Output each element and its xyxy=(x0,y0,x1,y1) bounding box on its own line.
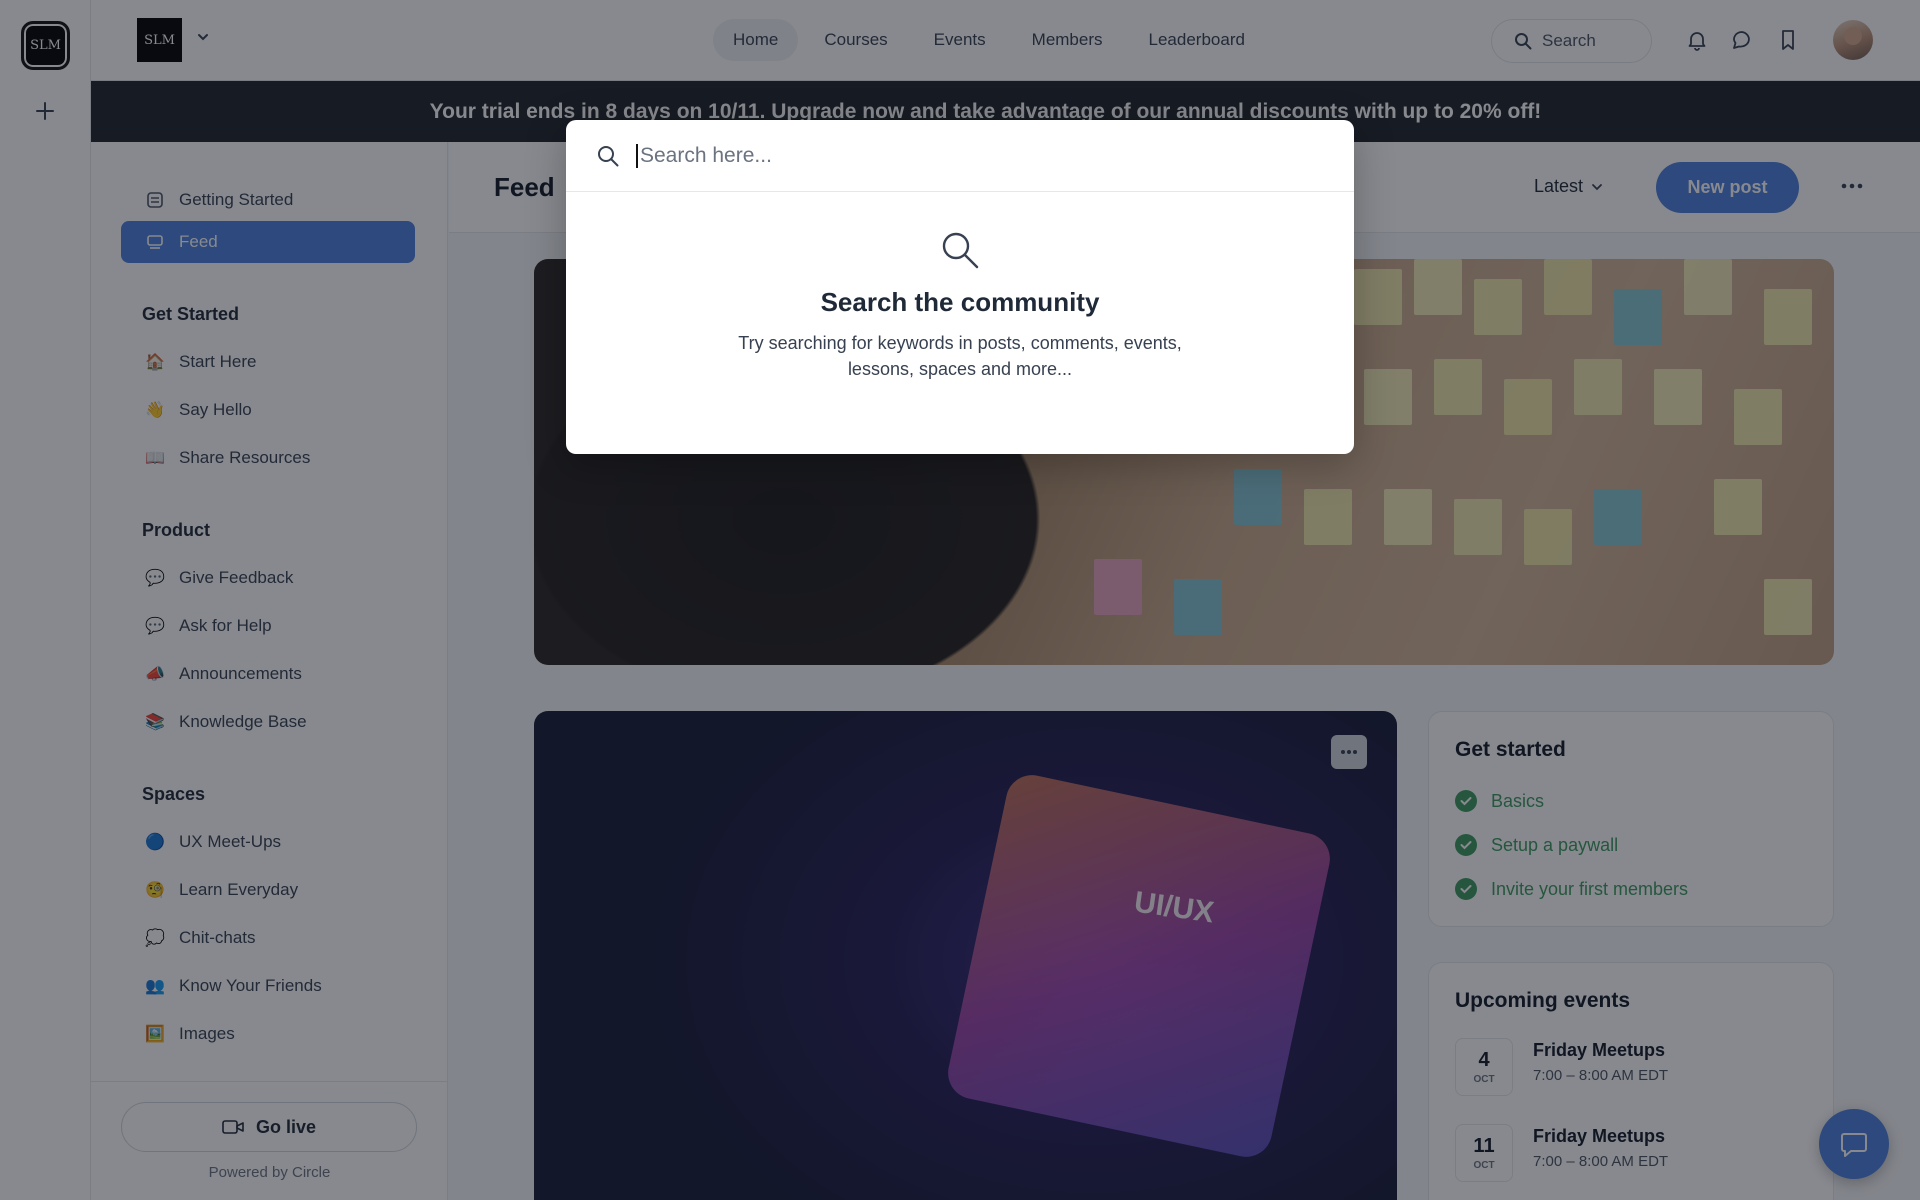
empty-state-description: Try searching for keywords in posts, com… xyxy=(738,333,1182,379)
search-input[interactable] xyxy=(636,143,1296,168)
search-modal: Search the community Try searching for k… xyxy=(566,120,1354,454)
search-icon xyxy=(598,145,619,166)
empty-state-title: Search the community xyxy=(820,287,1100,317)
modal-search-bar xyxy=(566,120,1354,192)
search-icon xyxy=(942,232,979,269)
